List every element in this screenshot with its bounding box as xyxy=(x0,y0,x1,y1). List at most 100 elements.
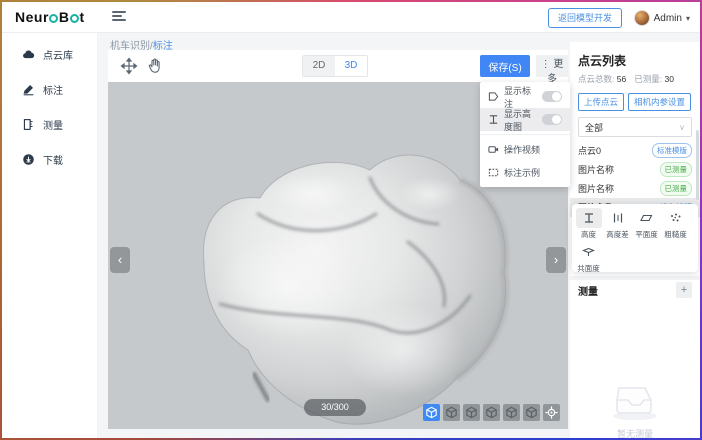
label-icon xyxy=(488,91,499,102)
list-item[interactable]: 点云0 标准模版 xyxy=(570,141,700,160)
flatness-tool-icon xyxy=(634,208,660,228)
list-item[interactable]: 图片名称 已测量 xyxy=(570,179,700,198)
recenter-button[interactable] xyxy=(543,404,560,421)
menu-item-show-annotations[interactable]: 显示标注 xyxy=(480,85,570,108)
measured-badge: 已测量 xyxy=(660,181,693,196)
empty-text: 暂无测量 xyxy=(570,427,700,438)
filter-value: 全部 xyxy=(585,121,603,134)
tool-flatness[interactable]: 平面度 xyxy=(632,208,661,240)
tool-height-diff[interactable]: 高度差 xyxy=(603,208,632,240)
sidebar-item-label: 下载 xyxy=(43,152,63,167)
view-preset-buttons xyxy=(423,404,560,421)
tool-label: 共面度 xyxy=(577,263,600,274)
download-icon xyxy=(22,153,35,166)
camera-params-button[interactable]: 相机内参设置 xyxy=(628,93,691,111)
tool-label: 高度差 xyxy=(606,229,629,240)
gradient-frame: NeurBt 返回模型开发 Admin ▾ 点云库 标注 测量 下载 机车识别/… xyxy=(0,0,702,440)
view-iso-button[interactable] xyxy=(423,404,440,421)
mode-2d-button[interactable]: 2D xyxy=(303,56,335,76)
ruler-icon xyxy=(22,118,35,131)
view-top-button[interactable] xyxy=(523,404,540,421)
menu-item-tutorial-video[interactable]: 操作视频 xyxy=(480,138,570,161)
dimension-toggle: 2D 3D xyxy=(302,55,368,77)
list-item[interactable]: 图片名称 已测量 xyxy=(570,160,700,179)
measure-section-header: 测量 + xyxy=(570,276,700,300)
caret-down-icon: ▾ xyxy=(686,14,690,23)
item-name: 点云0 xyxy=(578,144,601,157)
roughness-tool-icon xyxy=(663,208,689,228)
empty-state: 暂无测量 xyxy=(570,380,700,438)
user-menu[interactable]: Admin ▾ xyxy=(634,8,690,28)
sidebar-item-pointcloud-library[interactable]: 点云库 xyxy=(2,41,97,68)
header: Neur Bt 返回模型开发 Admin ▾ xyxy=(2,2,700,33)
logo-text: t xyxy=(80,9,85,25)
total-label: 点云总数: xyxy=(578,74,614,84)
video-icon xyxy=(488,144,499,155)
sidebar-item-annotate[interactable]: 标注 xyxy=(2,76,97,103)
tool-coplanarity[interactable]: 共面度 xyxy=(574,242,603,274)
tool-roughness[interactable]: 粗糙度 xyxy=(661,208,690,240)
view-left-button[interactable] xyxy=(483,404,500,421)
sidebar-item-download[interactable]: 下载 xyxy=(2,146,97,173)
hand-tool-icon[interactable] xyxy=(146,57,164,75)
logo-text: B xyxy=(59,9,70,25)
show-annotations-toggle[interactable] xyxy=(542,91,562,102)
tool-height[interactable]: 高度 xyxy=(574,208,603,240)
chevron-down-icon: ∨ xyxy=(679,123,685,132)
menu-item-label: 标注示例 xyxy=(504,166,562,179)
measured-value: 30 xyxy=(664,74,673,84)
cloud-icon xyxy=(22,48,35,61)
more-dots-icon: ⋮ xyxy=(541,59,551,70)
tool-label: 粗糙度 xyxy=(664,229,687,240)
back-to-model-dev-button[interactable]: 返回模型开发 xyxy=(548,8,622,28)
example-frame-icon xyxy=(488,167,499,178)
user-name: Admin xyxy=(654,13,682,24)
sidebar-collapse-icon[interactable] xyxy=(112,11,126,23)
measure-title: 测量 xyxy=(578,283,598,298)
image-counter: 30/300 xyxy=(304,399,366,416)
upload-pointcloud-button[interactable]: 上传点云 xyxy=(578,93,624,111)
panel-stats: 点云总数: 56 已测量: 30 xyxy=(570,71,700,87)
tool-label: 高度 xyxy=(581,229,596,240)
more-dropdown-menu: 显示标注 显示高度图 操作视频 标注示例 xyxy=(480,82,570,187)
prev-image-button[interactable]: ‹ xyxy=(110,247,130,273)
height-diff-tool-icon xyxy=(605,208,631,228)
template-badge: 标准模版 xyxy=(652,143,692,158)
more-button[interactable]: ⋮ 更多 xyxy=(536,55,568,77)
measured-label: 已测量: xyxy=(634,74,662,84)
panel-scrollbar[interactable] xyxy=(696,130,699,200)
sidebar-item-label: 标注 xyxy=(43,82,63,97)
height-icon xyxy=(488,114,499,125)
tool-label: 平面度 xyxy=(635,229,658,240)
sidebar: 点云库 标注 测量 下载 xyxy=(2,33,98,438)
avatar xyxy=(634,10,650,26)
view-right-button[interactable] xyxy=(503,404,520,421)
view-front-button[interactable] xyxy=(443,404,460,421)
show-heightmap-toggle[interactable] xyxy=(542,114,562,125)
view-back-button[interactable] xyxy=(463,404,480,421)
item-name: 图片名称 xyxy=(578,182,614,195)
menu-item-annotation-example[interactable]: 标注示例 xyxy=(480,161,570,184)
sidebar-item-measure[interactable]: 测量 xyxy=(2,111,97,138)
menu-item-label: 操作视频 xyxy=(504,143,562,156)
app-window: NeurBt 返回模型开发 Admin ▾ 点云库 标注 测量 下载 机车识别/… xyxy=(2,2,700,438)
sidebar-item-label: 点云库 xyxy=(43,47,73,62)
filter-select[interactable]: 全部 ∨ xyxy=(578,117,692,137)
coplanarity-tool-icon xyxy=(576,242,602,262)
panel-buttons: 上传点云 相机内参设置 xyxy=(570,87,700,115)
total-value: 56 xyxy=(617,74,626,84)
item-name: 图片名称 xyxy=(578,163,614,176)
gear-icon xyxy=(49,14,58,23)
next-image-button[interactable]: › xyxy=(546,247,566,273)
mode-3d-button[interactable]: 3D xyxy=(335,56,367,76)
height-tool-icon xyxy=(576,208,602,228)
add-measure-button[interactable]: + xyxy=(676,282,692,298)
logo-text: Neur xyxy=(15,9,49,25)
measured-badge: 已测量 xyxy=(660,162,693,177)
empty-box-icon xyxy=(607,380,663,422)
panel-title: 点云列表 xyxy=(570,42,700,71)
move-tool-icon[interactable] xyxy=(120,57,138,75)
pen-icon xyxy=(22,83,35,96)
menu-item-show-heightmap[interactable]: 显示高度图 xyxy=(480,108,570,131)
save-button[interactable]: 保存(S) xyxy=(480,55,530,77)
